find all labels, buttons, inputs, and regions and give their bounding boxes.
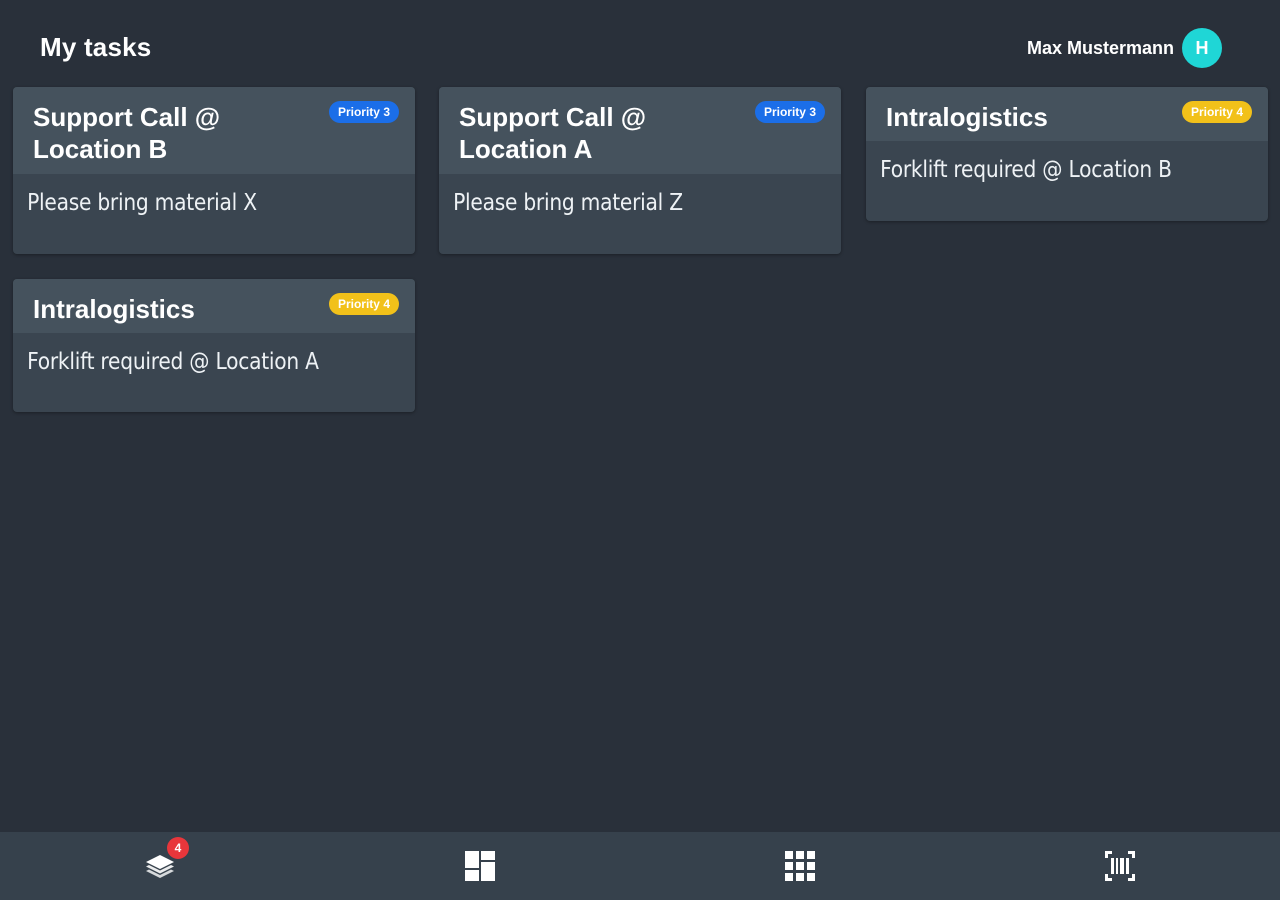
task-card[interactable]: Intralogistics Priority 4 Forklift requi…: [866, 87, 1268, 221]
task-description: Please bring material Z: [453, 190, 683, 216]
task-title: Support Call @ Location A: [459, 101, 741, 165]
nav-item-apps[interactable]: [640, 832, 960, 900]
notification-badge: 4: [167, 837, 189, 859]
task-card[interactable]: Support Call @ Location A Priority 3 Ple…: [439, 87, 841, 254]
nav-item-dashboard[interactable]: [320, 832, 640, 900]
layers-icon: 4: [143, 837, 189, 883]
task-title: Intralogistics: [33, 293, 315, 325]
task-card[interactable]: Support Call @ Location B Priority 3 Ple…: [13, 87, 415, 254]
task-title: Support Call @ Location B: [33, 101, 315, 165]
task-title-line: Location A: [459, 134, 593, 164]
priority-badge: Priority 4: [1181, 101, 1252, 123]
priority-badge: Priority 3: [754, 101, 825, 123]
nav-item-scan[interactable]: [960, 832, 1280, 900]
task-list: Support Call @ Location B Priority 3 Ple…: [0, 0, 1280, 830]
task-description: Forklift required @ Location B: [880, 157, 1172, 183]
task-card-header: Intralogistics Priority 4: [866, 87, 1268, 141]
priority-badge: Priority 3: [328, 101, 399, 123]
nav-item-tasks[interactable]: 4: [0, 832, 320, 900]
apps-grid-icon: [783, 849, 817, 883]
task-title-line: Support Call @: [33, 102, 221, 132]
task-card-header: Support Call @ Location B Priority 3: [13, 87, 415, 174]
task-description: Forklift required @ Location A: [27, 349, 319, 375]
task-title-line: Location B: [33, 134, 168, 164]
priority-badge: Priority 4: [328, 293, 399, 315]
task-description: Please bring material X: [27, 190, 257, 216]
task-title-line: Intralogistics: [886, 102, 1048, 132]
barcode-scan-icon: [1103, 849, 1137, 883]
app-root: My tasks Max Mustermann H Support Call @…: [0, 0, 1280, 900]
task-title-line: Intralogistics: [33, 294, 195, 324]
dashboard-icon: [463, 849, 497, 883]
task-card-header: Intralogistics Priority 4: [13, 279, 415, 333]
bottom-navigation: 4: [0, 832, 1280, 900]
task-card[interactable]: Intralogistics Priority 4 Forklift requi…: [13, 279, 415, 412]
task-title-line: Support Call @: [459, 102, 647, 132]
task-title: Intralogistics: [886, 101, 1168, 133]
task-card-header: Support Call @ Location A Priority 3: [439, 87, 841, 174]
